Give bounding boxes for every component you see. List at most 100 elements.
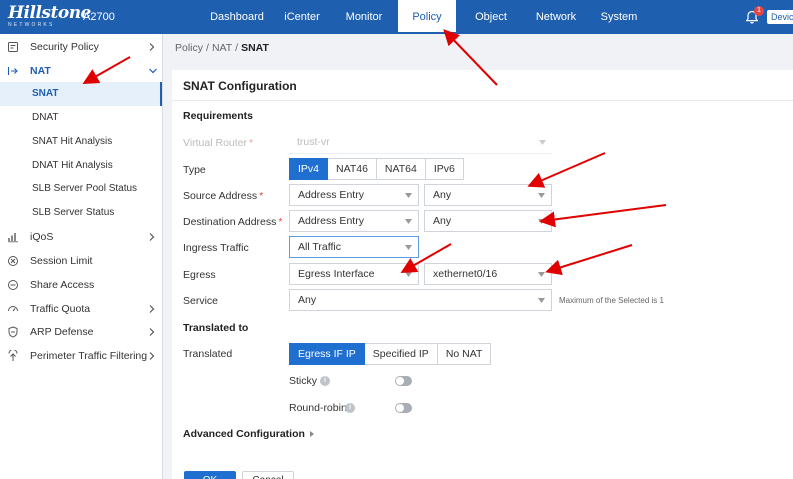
sidebar-item-label: Traffic Quota [30,303,91,315]
destination-address-select[interactable]: Any [424,210,552,232]
sidebar-subitem-snat[interactable]: SNAT [0,82,162,106]
chevron-right-icon [149,328,155,336]
breadcrumb: Policy / NAT / SNAT [175,42,269,54]
type-ipv6-button[interactable]: IPv6 [425,158,464,180]
chevron-right-icon [149,352,155,360]
ingress-traffic-label: Ingress Traffic [183,242,249,254]
type-segmented: IPv4 NAT46 NAT64 IPv6 [289,158,464,180]
nav-icenter[interactable]: iCenter [272,0,332,34]
virtual-router-label: Virtual Router * [183,137,254,149]
sidebar-subitem-slb-server-status[interactable]: SLB Server Status [0,201,162,225]
sidebar: Security Policy NAT SNAT DNAT SNAT Hit A… [0,34,163,479]
ok-button[interactable]: OK [184,471,236,479]
virtual-router-value: trust-vr [297,136,330,148]
caret-down-icon [539,140,546,145]
sidebar-item-label: Session Limit [30,255,93,267]
sidebar-item-traffic-quota[interactable]: Traffic Quota [0,297,162,321]
sticky-toggle[interactable] [395,376,412,386]
sticky-info-icon[interactable]: i [320,376,330,386]
sidebar-item-label: iQoS [30,231,54,243]
egress-type-select[interactable]: Egress Interface [289,263,419,285]
destination-address-label: Destination Address * [183,216,283,228]
egress-interface-select[interactable]: xethernet0/16 [424,263,552,285]
sidebar-subitem-snat-hit-analysis[interactable]: SNAT Hit Analysis [0,130,162,154]
type-nat46-button[interactable]: NAT46 [328,158,377,180]
chevron-right-icon [149,305,155,313]
nav-network[interactable]: Network [526,0,586,34]
destination-address-type-select[interactable]: Address Entry [289,210,419,232]
session-limit-icon [8,256,18,266]
sidebar-subitem-slb-pool-status[interactable]: SLB Server Pool Status [0,177,162,201]
logo-subtext: NETWORKS [8,22,55,28]
sticky-label: Sticky [289,375,318,387]
chevron-right-icon [149,233,155,241]
caret-down-icon [405,272,412,277]
chevron-down-icon [149,68,157,74]
translated-specified-ip-button[interactable]: Specified IP [364,343,438,365]
type-label: Type [183,164,206,176]
sidebar-subitem-dnat-hit-analysis[interactable]: DNAT Hit Analysis [0,154,162,178]
device-model: A2700 [83,11,115,23]
ingress-traffic-select[interactable]: All Traffic [289,236,419,258]
destination-address-type-value: Address Entry [298,215,364,227]
panel-title: SNAT Configuration [183,79,297,93]
sidebar-item-security-policy[interactable]: Security Policy [0,35,162,59]
device-button[interactable]: Devic [767,10,793,24]
sidebar-item-label: Perimeter Traffic Filtering [30,350,148,362]
breadcrumb-nat[interactable]: NAT [212,42,232,54]
service-label: Service [183,295,219,307]
service-select[interactable]: Any [289,289,552,311]
caret-down-icon [538,193,545,198]
sidebar-item-perimeter-traffic-filtering[interactable]: Perimeter Traffic Filtering [0,344,162,368]
round-robin-label: Round-robin [289,402,347,414]
nav-policy[interactable]: Policy [398,0,456,34]
sidebar-subitem-dnat[interactable]: DNAT [0,106,162,130]
translated-egress-if-ip-button[interactable]: Egress IF IP [289,343,365,365]
notification-badge: 1 [754,6,764,16]
round-robin-toggle[interactable] [395,403,412,413]
chevron-right-icon [149,43,155,51]
expand-triangle-icon [309,431,314,438]
ingress-traffic-value: All Traffic [298,241,341,253]
sidebar-item-label: NAT [30,65,51,77]
sidebar-item-session-limit[interactable]: Session Limit [0,249,162,273]
sidebar-item-label: Share Access [30,279,95,291]
nav-monitor[interactable]: Monitor [334,0,394,34]
type-ipv4-button[interactable]: IPv4 [289,158,329,180]
security-policy-icon [8,42,18,52]
destination-address-value: Any [433,215,452,227]
source-address-label: Source Address * [183,190,264,202]
source-address-type-value: Address Entry [298,189,364,201]
sidebar-item-label: ARP Defense [30,326,94,338]
translated-no-nat-button[interactable]: No NAT [437,343,492,365]
advanced-configuration-label: Advanced Configuration [183,428,305,440]
service-value: Any [298,294,317,306]
sidebar-item-nat[interactable]: NAT [0,59,162,83]
virtual-router-select: trust-vr [289,132,552,154]
type-nat64-button[interactable]: NAT64 [376,158,426,180]
section-translated-to: Translated to [183,322,249,334]
sidebar-item-share-access[interactable]: Share Access [0,273,162,297]
logo-text: Hillstone [8,3,91,23]
breadcrumb-policy[interactable]: Policy [175,42,203,54]
nav-object[interactable]: Object [462,0,520,34]
source-address-type-select[interactable]: Address Entry [289,184,419,206]
round-robin-info-icon[interactable]: i [345,403,355,413]
sidebar-item-arp-defense[interactable]: ARP Defense [0,320,162,344]
advanced-configuration-toggle[interactable]: Advanced Configuration [183,428,314,440]
cancel-button[interactable]: Cancel [242,471,294,479]
top-bar: Hillstone NETWORKS A2700 Dashboard iCent… [0,0,793,34]
source-address-value: Any [433,189,452,201]
perimeter-filter-icon [8,350,18,361]
sidebar-item-iqos[interactable]: iQoS [0,225,162,249]
egress-label: Egress [183,269,216,281]
egress-interface-value: xethernet0/16 [433,268,498,280]
share-access-icon [8,280,18,290]
arp-defense-icon [8,326,18,338]
hillstone-logo[interactable]: Hillstone NETWORKS [8,3,91,29]
caret-down-icon [405,245,412,250]
section-requirements: Requirements [183,110,254,122]
nav-dashboard[interactable]: Dashboard [202,0,272,34]
nav-system[interactable]: System [590,0,648,34]
source-address-select[interactable]: Any [424,184,552,206]
